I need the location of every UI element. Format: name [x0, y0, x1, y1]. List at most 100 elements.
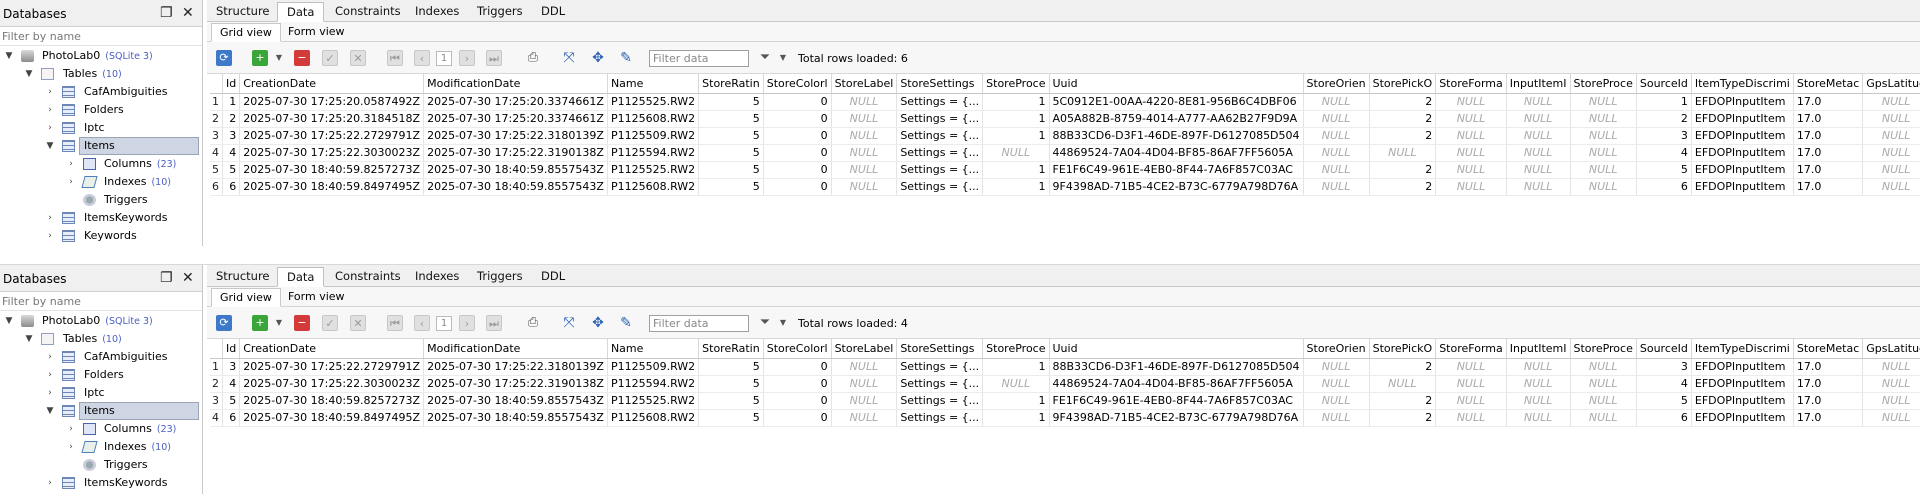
- table-cell[interactable]: 0: [763, 178, 832, 196]
- column-header[interactable]: StoreLabel: [831, 74, 898, 94]
- tab-grid-view[interactable]: Grid view: [211, 23, 281, 42]
- table-cell[interactable]: NULL: [1506, 409, 1571, 427]
- table-cell[interactable]: 2: [222, 110, 241, 128]
- table-cell[interactable]: NULL: [1862, 110, 1920, 128]
- table-cell[interactable]: NULL: [1506, 127, 1571, 145]
- table-cell[interactable]: P1125525.RW2: [607, 392, 700, 410]
- tree-indexes[interactable]: › Indexes (10): [0, 173, 202, 191]
- table-cell[interactable]: NULL: [831, 161, 898, 179]
- table-row[interactable]: 5 5 2025-07-30 18:40:59.8257273Z 2025-07-30…: [210, 161, 1920, 179]
- column-header[interactable]: Uuid: [1049, 74, 1304, 94]
- table-cell[interactable]: 2025-07-30 17:25:22.2729791Z: [239, 358, 425, 376]
- table-cell[interactable]: 17.0: [1793, 409, 1864, 427]
- column-header[interactable]: Id: [222, 339, 241, 359]
- table-cell[interactable]: 0: [763, 127, 832, 145]
- table-cell[interactable]: 2025-07-30 17:25:20.3374661Z: [423, 110, 608, 128]
- column-header[interactable]: StoreLabel: [831, 339, 898, 359]
- table-cell[interactable]: 5: [698, 392, 764, 410]
- table-cell[interactable]: Settings = {...: [896, 409, 984, 427]
- table-cell[interactable]: 1: [222, 93, 241, 111]
- table-cell[interactable]: 17.0: [1793, 161, 1864, 179]
- table-cell[interactable]: 2: [1369, 409, 1437, 427]
- table-cell[interactable]: 6: [222, 409, 241, 427]
- table-row[interactable]: 4 6 2025-07-30 18:40:59.8497495Z 2025-07-30…: [210, 409, 1920, 427]
- tab-data[interactable]: Data: [277, 267, 325, 287]
- column-header[interactable]: StoreRatin: [698, 339, 764, 359]
- table-cell[interactable]: NULL: [831, 375, 898, 393]
- filter-funnel-icon[interactable]: ⏷: [757, 50, 773, 66]
- table-cell[interactable]: 0: [763, 161, 832, 179]
- table-cell[interactable]: Settings = {...: [896, 93, 984, 111]
- table-cell[interactable]: 0: [763, 375, 832, 393]
- table-cell[interactable]: NULL: [1303, 409, 1370, 427]
- table-cell[interactable]: NULL: [1435, 409, 1507, 427]
- table-cell[interactable]: 2: [1369, 392, 1437, 410]
- fit-columns-icon[interactable]: ✥: [590, 50, 606, 66]
- table-cell[interactable]: 2: [1369, 110, 1437, 128]
- tree-tables[interactable]: ▼ Tables (10): [0, 65, 202, 83]
- print-icon[interactable]: ⎙: [525, 315, 541, 331]
- table-cell[interactable]: NULL: [1435, 358, 1507, 376]
- table-cell[interactable]: NULL: [831, 144, 898, 162]
- chevron-right-icon[interactable]: ›: [45, 101, 55, 119]
- tree-columns[interactable]: › Columns (23): [0, 155, 202, 173]
- table-cell[interactable]: 2025-07-30 17:25:22.3190138Z: [423, 375, 608, 393]
- filter-funnel-icon[interactable]: ⏷: [757, 315, 773, 331]
- chevron-down-icon[interactable]: ▼: [24, 65, 34, 83]
- table-cell[interactable]: 5: [698, 127, 764, 145]
- table-cell[interactable]: P1125608.RW2: [607, 178, 700, 196]
- chevron-right-icon[interactable]: ›: [45, 83, 55, 101]
- table-cell[interactable]: 2: [1369, 358, 1437, 376]
- table-cell[interactable]: P1125608.RW2: [607, 409, 700, 427]
- table-cell[interactable]: NULL: [831, 93, 898, 111]
- table-cell[interactable]: NULL: [1435, 161, 1507, 179]
- table-cell[interactable]: 1: [982, 110, 1050, 128]
- chevron-right-icon[interactable]: ›: [45, 366, 55, 384]
- table-cell[interactable]: 2: [1369, 178, 1437, 196]
- table-cell[interactable]: FE1F6C49-961E-4EB0-8F44-7A6F857C03AC: [1049, 392, 1304, 410]
- table-cell[interactable]: EFDOPInputItem: [1691, 110, 1794, 128]
- table-cell[interactable]: 88B33CD6-D3F1-46DE-897F-D6127085D504: [1049, 127, 1304, 145]
- table-cell[interactable]: 2025-07-30 17:25:20.3184518Z: [239, 110, 425, 128]
- table-cell[interactable]: FE1F6C49-961E-4EB0-8F44-7A6F857C03AC: [1049, 161, 1304, 179]
- table-cell[interactable]: 2025-07-30 17:25:22.3030023Z: [239, 375, 425, 393]
- table-cell[interactable]: 3: [1636, 358, 1692, 376]
- table-cell[interactable]: 4: [1636, 375, 1692, 393]
- table-cell[interactable]: EFDOPInputItem: [1691, 127, 1794, 145]
- table-cell[interactable]: NULL: [1570, 358, 1637, 376]
- table-cell[interactable]: 5: [698, 375, 764, 393]
- tree-table-itemskeywords[interactable]: › ItemsKeywords: [0, 474, 202, 492]
- tree-indexes[interactable]: › Indexes (10): [0, 438, 202, 456]
- table-cell[interactable]: NULL: [1862, 93, 1920, 111]
- table-cell[interactable]: 9F4398AD-71B5-4CE2-B73C-6779A798D76A: [1049, 178, 1304, 196]
- tree-table-keywords[interactable]: › Keywords: [0, 227, 202, 245]
- column-header[interactable]: StoreProce: [1570, 74, 1637, 94]
- tree-triggers[interactable]: Triggers: [0, 456, 202, 474]
- delete-row-icon[interactable]: −: [294, 315, 310, 331]
- tree-db-photolab0[interactable]: ▼ PhotoLab0 (SQLite 3): [0, 47, 202, 65]
- expand-columns-icon[interactable]: ⤧: [561, 50, 577, 66]
- table-cell[interactable]: 5: [1636, 392, 1692, 410]
- tab-ddl[interactable]: DDL: [532, 2, 574, 22]
- table-cell[interactable]: NULL: [1435, 375, 1507, 393]
- column-header[interactable]: CreationDate: [239, 339, 425, 359]
- table-cell[interactable]: 17.0: [1793, 127, 1864, 145]
- column-header[interactable]: StoreForma: [1435, 339, 1507, 359]
- table-cell[interactable]: NULL: [1303, 144, 1370, 162]
- table-cell[interactable]: NULL: [831, 358, 898, 376]
- chevron-right-icon[interactable]: ›: [45, 348, 55, 366]
- column-header[interactable]: Uuid: [1049, 339, 1304, 359]
- column-header[interactable]: StoreProce: [982, 74, 1050, 94]
- table-cell[interactable]: NULL: [1303, 178, 1370, 196]
- table-cell[interactable]: NULL: [1570, 375, 1637, 393]
- table-cell[interactable]: NULL: [1506, 178, 1571, 196]
- table-cell[interactable]: 44869524-7A04-4D04-BF85-86AF7FF5605A: [1049, 144, 1304, 162]
- table-cell[interactable]: 3: [1636, 127, 1692, 145]
- column-header[interactable]: InputItemI: [1506, 339, 1571, 359]
- table-cell[interactable]: 44869524-7A04-4D04-BF85-86AF7FF5605A: [1049, 375, 1304, 393]
- table-cell[interactable]: 1: [1636, 93, 1692, 111]
- tree-table-folders[interactable]: › Folders: [0, 366, 202, 384]
- table-cell[interactable]: NULL: [1303, 161, 1370, 179]
- table-cell[interactable]: P1125509.RW2: [607, 127, 700, 145]
- table-row[interactable]: 2 2 2025-07-30 17:25:20.3184518Z 2025-07-30…: [210, 110, 1920, 128]
